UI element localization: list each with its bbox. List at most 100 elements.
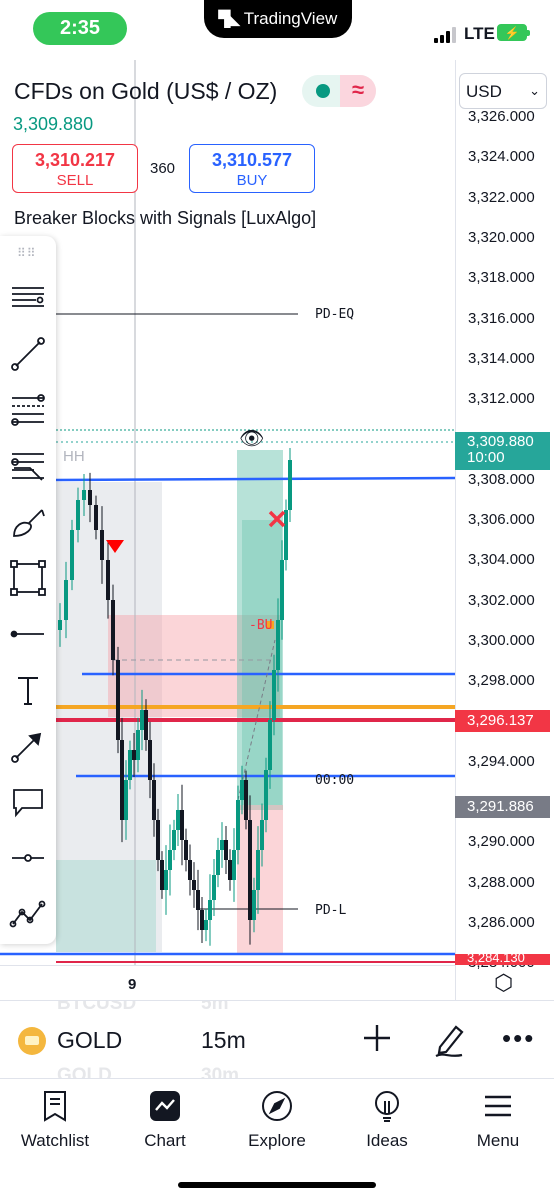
tradingview-pill[interactable]: ▜◣ TradingView [204, 0, 352, 38]
status-time: 2:35 [33, 12, 127, 45]
chart-pattern-icon[interactable] [8, 894, 48, 934]
status-bar: 2:35 ▜◣ TradingView LTE ⚡ [0, 0, 554, 56]
nav-menu[interactable]: Menu [443, 1089, 553, 1151]
lightbulb-icon [375, 1091, 399, 1122]
candle-body [64, 580, 68, 620]
candle-body [160, 860, 164, 890]
price-tick: 3,304.000 [468, 551, 535, 569]
sell-button[interactable]: 3,310.217 SELL [12, 144, 138, 193]
candle-body [256, 850, 260, 890]
chart-icon [150, 1091, 180, 1121]
price-tick: 3,306.000 [468, 511, 535, 528]
bullish-zone-left [56, 860, 156, 952]
nav-explore-label: Explore [248, 1131, 306, 1150]
price-tick: 3,324.000 [468, 148, 535, 166]
currency-select[interactable]: USD ⌄ [459, 73, 547, 109]
price-axis[interactable]: 3,326.000 3,324.000 3,322.000 3,320.000 3,31… [455, 60, 554, 1000]
price-tick: 3,302.000 [468, 591, 535, 609]
tradingview-pill-label: TradingView [243, 9, 338, 28]
gray-level-label: 3,291.886 [455, 796, 550, 818]
candle-body [152, 780, 156, 820]
candle-body [180, 810, 184, 840]
candle-body [168, 850, 172, 870]
trend-line-icon[interactable] [8, 334, 48, 374]
candle-body [284, 510, 288, 560]
ghost-symbol-above: BTCUSD [57, 1000, 137, 1014]
buy-label: BUY [236, 172, 268, 189]
nav-watchlist[interactable]: Watchlist [0, 1089, 110, 1151]
candle-body [76, 500, 80, 530]
candle-body [144, 710, 148, 740]
candlestick-chart[interactable] [0, 60, 455, 1000]
rectangle-icon[interactable] [8, 558, 48, 598]
brush-icon[interactable] [8, 502, 48, 542]
hamburger-menu-icon [485, 1095, 511, 1117]
candle-body [216, 850, 220, 875]
nav-ideas-label: Ideas [366, 1131, 408, 1150]
resistance-line [55, 476, 455, 482]
price-tick: 3,290.000 [468, 833, 535, 851]
price-tick: 3,326.000 [468, 108, 535, 125]
current-price-label: 3,309.880 10:00 [455, 432, 550, 470]
candle-body [204, 920, 208, 930]
price-tick: 3,294.000 [468, 752, 535, 770]
candle-body [120, 740, 124, 820]
symbol-title[interactable]: CFDs on Gold (US$ / OZ) [14, 78, 277, 105]
timeframe-picker[interactable]: 15m [201, 1027, 246, 1054]
nav-chart[interactable]: Chart [110, 1089, 220, 1151]
pattern-tool-icon[interactable] [8, 446, 48, 486]
settings-hexagon-icon[interactable]: ⬡ [494, 970, 513, 996]
candle-body [272, 670, 276, 720]
candle-body [276, 620, 280, 670]
candle-body [252, 890, 256, 920]
buy-button[interactable]: 3,310.577 BUY [189, 144, 315, 193]
nav-menu-label: Menu [476, 1131, 520, 1150]
time-axis[interactable]: 9 [0, 965, 455, 1000]
price-range-icon[interactable] [8, 838, 48, 878]
symbol-picker[interactable]: GOLD [57, 1027, 122, 1054]
nav-explore[interactable]: Explore [222, 1089, 332, 1151]
callout-icon[interactable] [8, 782, 48, 822]
time-axis-label: 9 [128, 976, 137, 993]
candle-body [264, 770, 268, 820]
cursor-lines-icon[interactable] [8, 278, 48, 318]
more-options-icon[interactable]: ••• [502, 1025, 535, 1051]
chart-canvas[interactable]: PD-EQ PD-L 00:00 HH -BU 👁 [0, 60, 455, 1000]
candle-body [208, 900, 212, 920]
chevron-down-icon: ⌄ [529, 83, 540, 98]
candle-body [164, 870, 168, 890]
bu-signal-label: -BU [249, 618, 273, 633]
home-indicator [178, 1182, 376, 1188]
sell-label: SELL [56, 172, 94, 189]
candle-body [236, 800, 240, 850]
market-status-pill[interactable]: ≈ [302, 75, 376, 107]
candle-body [124, 780, 128, 820]
plus-icon[interactable] [360, 1021, 394, 1055]
session-time-label: 00:00 [315, 773, 355, 788]
nav-ideas[interactable]: Ideas [332, 1089, 442, 1151]
watchlist-icon [44, 1091, 66, 1122]
gold-bar-icon [18, 1027, 46, 1055]
network-label: LTE [464, 24, 495, 43]
candle-body [232, 850, 236, 880]
fib-retracement-icon[interactable] [8, 390, 48, 430]
arrow-tool-icon[interactable] [8, 726, 48, 766]
pd-l-label: PD-L [315, 903, 347, 918]
candle-body [88, 490, 92, 505]
market-open-dot-icon [316, 84, 330, 98]
candle-body [70, 530, 74, 580]
drawing-pen-icon[interactable] [432, 1021, 468, 1059]
candle-body [188, 860, 192, 880]
text-tool-icon[interactable] [8, 670, 48, 710]
indicator-legend[interactable]: Breaker Blocks with Signals [LuxAlgo] [14, 208, 316, 229]
nav-chart-label: Chart [144, 1131, 186, 1150]
drag-handle-icon[interactable]: ⠿⠿ [17, 246, 37, 260]
data-stream-icon: ≈ [340, 75, 376, 107]
compass-icon [262, 1091, 292, 1121]
eye-icon[interactable]: 👁 [239, 426, 264, 450]
candle-body [224, 840, 228, 860]
candle-body [58, 620, 62, 630]
horizontal-ray-icon[interactable] [8, 614, 48, 654]
spread-value: 360 [150, 160, 176, 177]
candle-body [136, 730, 140, 760]
